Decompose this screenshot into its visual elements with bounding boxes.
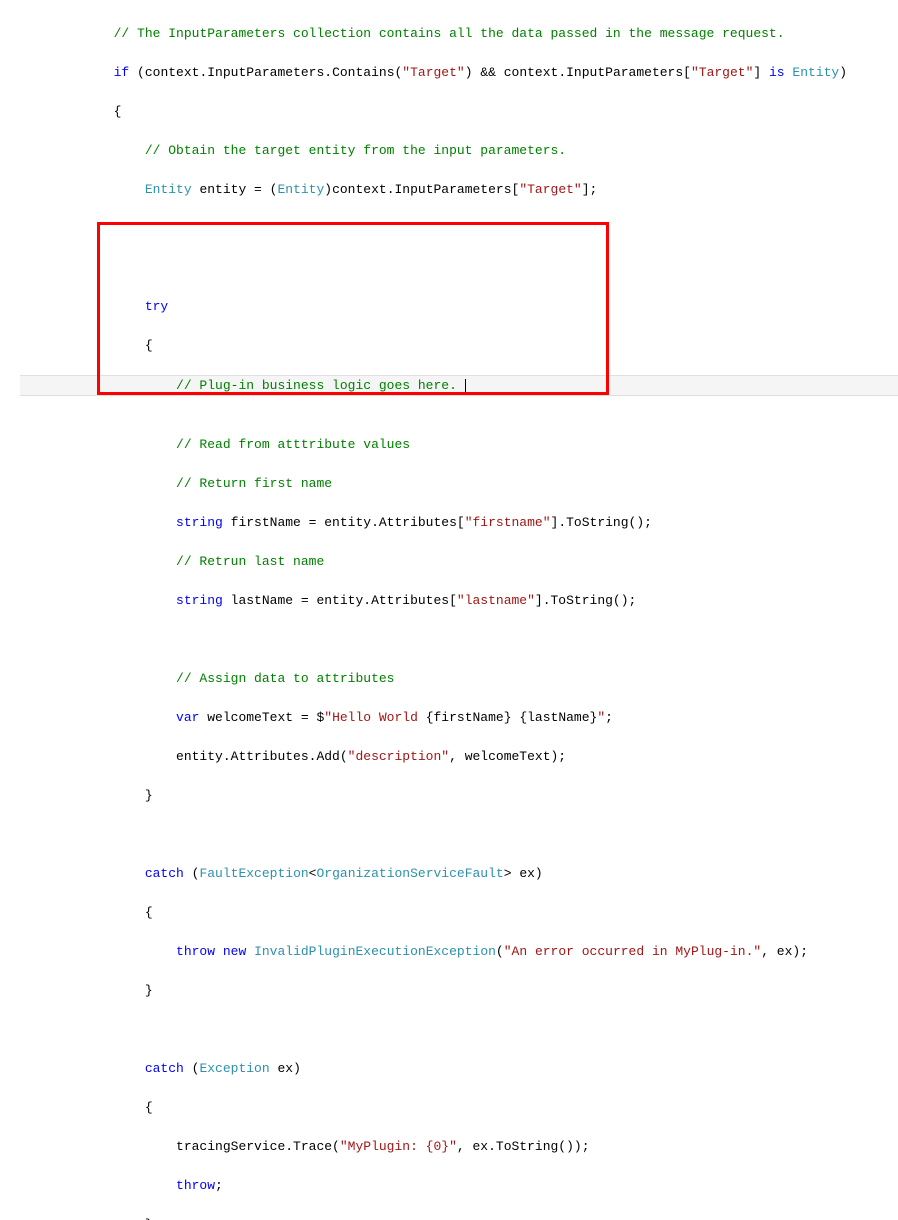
- text-cursor: [465, 379, 466, 393]
- code-line: // Assign data to attributes: [20, 669, 898, 689]
- code-line: }: [20, 1215, 898, 1220]
- code-line: [20, 1020, 898, 1040]
- code-line: [20, 630, 898, 650]
- code-line: {: [20, 1098, 898, 1118]
- code-line: {: [20, 903, 898, 923]
- code-line: // Read from atttribute values: [20, 435, 898, 455]
- code-line: [20, 825, 898, 845]
- code-line: }: [20, 981, 898, 1001]
- comment: // The InputParameters collection contai…: [114, 26, 785, 41]
- code-line: string lastName = entity.Attributes["las…: [20, 591, 898, 611]
- code-line: }: [20, 786, 898, 806]
- code-line: [20, 258, 898, 278]
- code-line: // The InputParameters collection contai…: [20, 24, 898, 44]
- code-line: throw new InvalidPluginExecutionExceptio…: [20, 942, 898, 962]
- code-line: catch (FaultException<OrganizationServic…: [20, 864, 898, 884]
- code-line: // Obtain the target entity from the inp…: [20, 141, 898, 161]
- code-line: [20, 219, 898, 239]
- code-line: [20, 396, 898, 416]
- code-line: string firstName = entity.Attributes["fi…: [20, 513, 898, 533]
- code-line: tracingService.Trace("MyPlugin: {0}", ex…: [20, 1137, 898, 1157]
- code-line-active: // Plug-in business logic goes here.: [20, 375, 898, 397]
- code-line: if (context.InputParameters.Contains("Ta…: [20, 63, 898, 83]
- code-line: // Retrun last name: [20, 552, 898, 572]
- code-line: {: [20, 336, 898, 356]
- code-line: {: [20, 102, 898, 122]
- code-line: // Return first name: [20, 474, 898, 494]
- code-line: Entity entity = (Entity)context.InputPar…: [20, 180, 898, 200]
- code-line: catch (Exception ex): [20, 1059, 898, 1079]
- code-editor[interactable]: // The InputParameters collection contai…: [0, 0, 898, 1220]
- code-line: var welcomeText = $"Hello World {firstNa…: [20, 708, 898, 728]
- code-line: try: [20, 297, 898, 317]
- code-line: entity.Attributes.Add("description", wel…: [20, 747, 898, 767]
- code-line: throw;: [20, 1176, 898, 1196]
